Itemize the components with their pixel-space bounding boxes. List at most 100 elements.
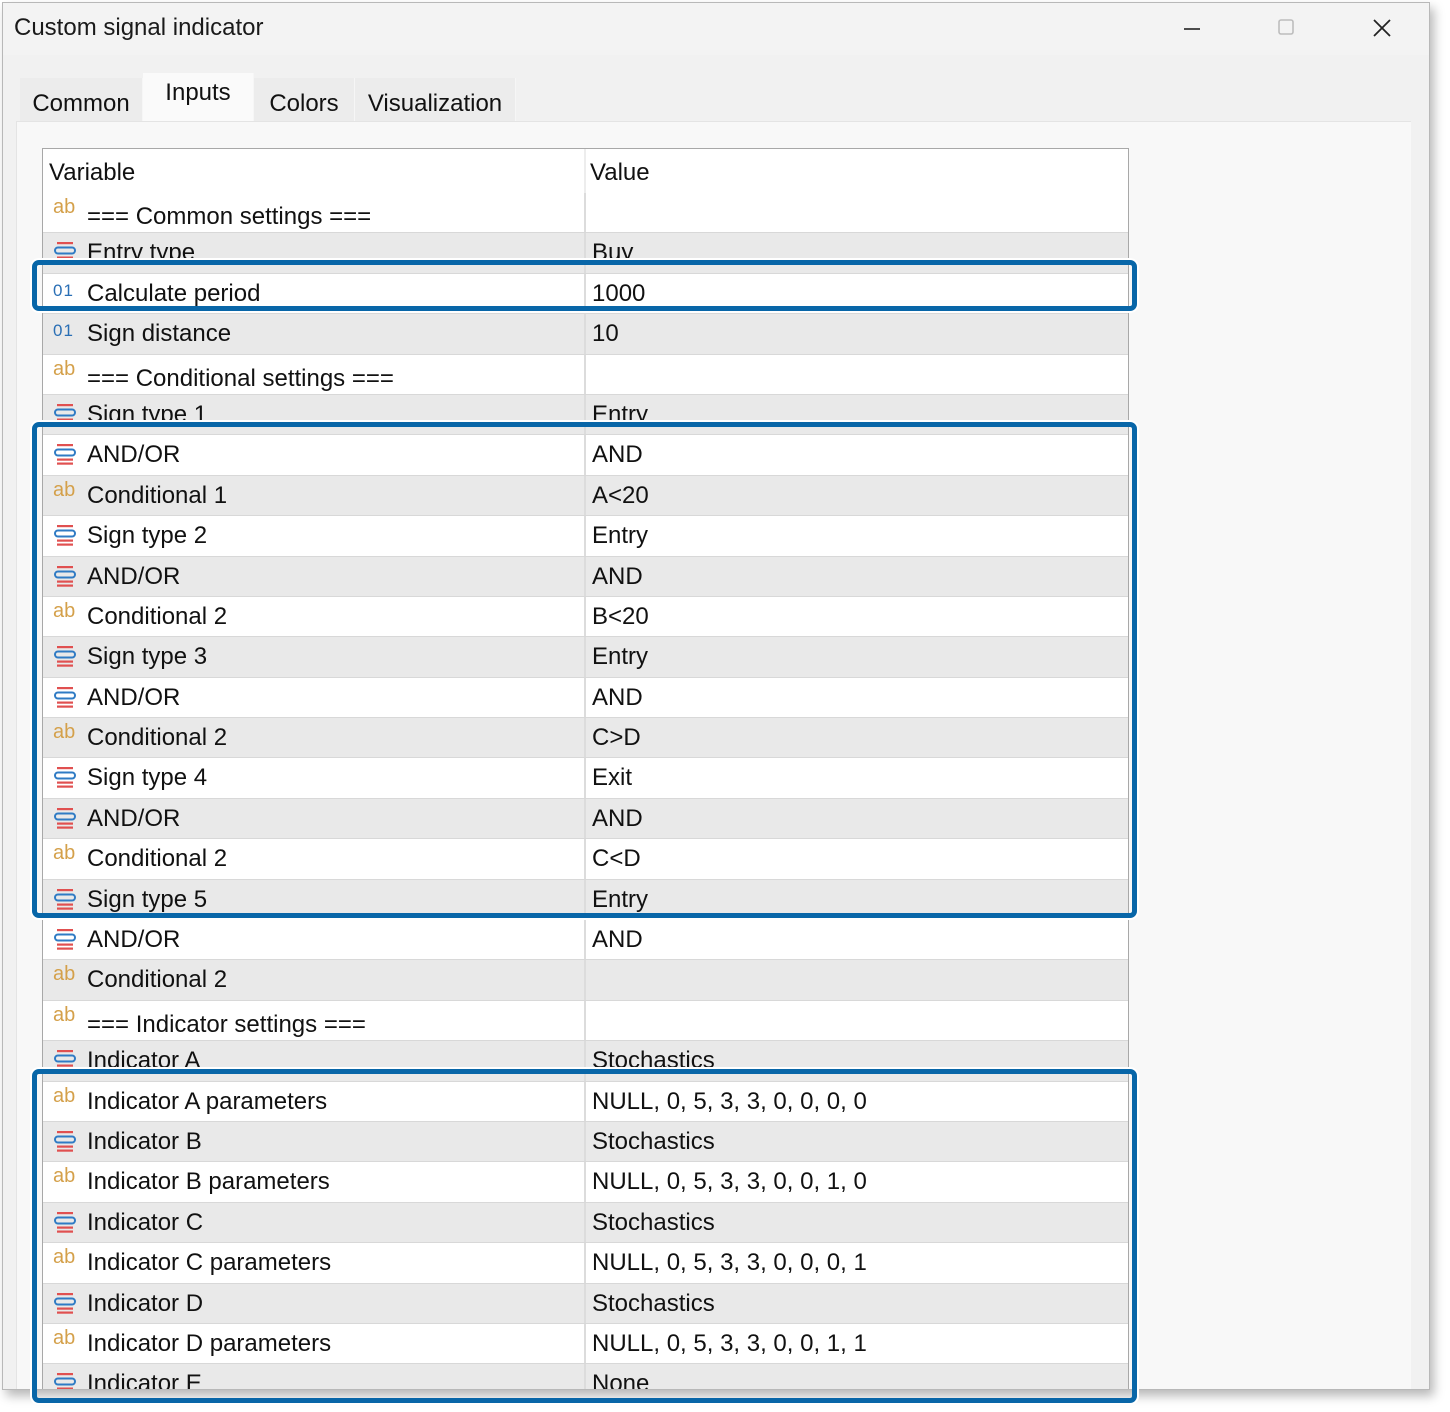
variable-name: AND/OR [87,926,181,954]
variable-value[interactable]: AND [592,684,643,712]
variable-name: Calculate period [87,279,261,307]
enum-list-icon [53,927,77,951]
variable-value[interactable]: Entry [592,643,648,671]
tab-inputs[interactable]: Inputs [143,73,254,123]
variable-value[interactable]: Stochastics [592,1290,715,1318]
variable-value[interactable]: Stochastics [592,1128,715,1156]
cell-divider [584,273,586,314]
variable-value[interactable]: NULL, 0, 5, 3, 3, 0, 0, 0, 0 [592,1088,867,1116]
variable-name: Conditional 2 [87,845,228,873]
table-row[interactable]: ab Indicator C parameters NULL, 0, 5, 3, 3… [43,1243,1128,1284]
variable-value[interactable]: NULL, 0, 5, 3, 3, 0, 0, 1, 0 [592,1168,867,1196]
table-row[interactable]: ab Indicator A parameters NULL, 0, 5, 3, 3… [43,1081,1128,1122]
variable-value[interactable]: B<20 [592,603,649,631]
variable-value[interactable]: Stochastics [592,1209,715,1237]
variable-value[interactable]: Entry [592,886,648,914]
cell-divider [584,596,586,637]
integer-01-icon: 01 [53,280,74,300]
variable-name: Indicator A [87,1047,201,1075]
cell-divider [584,758,586,798]
tab-visualization[interactable]: Visualization [355,78,516,123]
cell-divider [584,1000,586,1041]
variable-name: Indicator C parameters [87,1249,332,1277]
table-row[interactable]: ab Indicator B parameters NULL, 0, 5, 3, 3… [43,1162,1128,1203]
table-row[interactable]: AND/OR AND [43,798,1128,840]
variable-name: Sign type 3 [87,643,208,671]
table-row[interactable]: Sign type 2 Entry [43,516,1128,557]
table-row[interactable]: AND/OR AND [43,920,1128,961]
table-row[interactable]: ab === Common settings === [43,193,1128,234]
cell-divider [584,1121,586,1162]
variable-value[interactable]: AND [592,441,643,469]
variable-value[interactable]: 10 [592,320,619,348]
table-row[interactable]: Indicator A Stochastics [43,1041,1128,1082]
table-row[interactable]: Indicator C Stochastics [43,1202,1128,1244]
table-row[interactable]: AND/OR AND [43,435,1128,476]
table-row[interactable]: 01 Sign distance 10 [43,314,1128,355]
table-row[interactable]: ab === Indicator settings === [43,1000,1128,1042]
variable-name: Conditional 2 [87,602,228,630]
column-header-variable[interactable]: Variable [49,159,135,187]
table-row[interactable]: Entry type Buy [43,233,1128,274]
variable-value[interactable]: 1000 [592,280,645,308]
table-row[interactable]: ab Conditional 2 [43,960,1128,1001]
column-divider[interactable] [584,149,586,193]
cell-divider [584,1202,586,1243]
table-row[interactable]: ab Conditional 2 C>D [43,718,1128,759]
variable-value[interactable]: C<D [592,845,641,873]
ab-string-icon: ab [53,1246,76,1269]
enum-list-icon [53,644,77,668]
variable-value[interactable]: NULL, 0, 5, 3, 3, 0, 0, 1, 1 [592,1330,867,1358]
table-row[interactable]: Sign type 5 Entry [43,879,1128,921]
variable-value[interactable]: AND [592,563,643,591]
variable-value[interactable]: Exit [592,764,632,792]
variable-value[interactable]: C>D [592,724,641,752]
variable-name: Entry type [87,239,196,267]
tab-common[interactable]: Common [20,78,143,123]
ab-string-icon: ab [53,1326,76,1349]
table-row[interactable]: Indicator D Stochastics [43,1283,1128,1324]
maximize-button[interactable] [1240,7,1330,51]
table-row[interactable]: 01 Calculate period 1000 [43,273,1128,315]
table-row[interactable]: Sign type 3 Entry [43,637,1128,678]
variable-value[interactable]: Entry [592,401,648,429]
table-row[interactable]: ab Conditional 2 B<20 [43,596,1128,638]
variable-name: Indicator C [87,1208,204,1236]
variable-name: Conditional 1 [87,481,228,509]
variable-value[interactable]: AND [592,926,643,954]
table-row[interactable]: AND/OR AND [43,677,1128,719]
variable-name: Sign type 1 [87,400,208,428]
ab-string-icon: ab [53,1084,76,1107]
tab-colors[interactable]: Colors [254,78,355,123]
variable-value[interactable]: NULL, 0, 5, 3, 3, 0, 0, 0, 1 [592,1249,867,1277]
minimize-icon [1184,28,1200,30]
window-title: Custom signal indicator [14,14,264,41]
table-row[interactable]: Indicator B Stochastics [43,1121,1128,1163]
minimize-button[interactable] [1146,7,1236,51]
variable-value[interactable]: AND [592,805,643,833]
ab-string-icon: ab [53,357,76,380]
variable-name: Sign type 5 [87,885,208,913]
variable-name: Indicator B parameters [87,1168,330,1196]
table-row[interactable]: Sign type 1 Entry [43,394,1128,436]
variable-value[interactable]: Entry [592,522,648,550]
column-header-value[interactable]: Value [590,159,650,187]
cell-divider [584,193,586,233]
variable-name: Indicator E [87,1370,202,1390]
table-row[interactable]: ab Indicator D parameters NULL, 0, 5, 3, 3… [43,1323,1128,1365]
table-row[interactable]: Indicator E None [43,1364,1128,1390]
table-row[interactable]: AND/OR AND [43,556,1128,597]
cell-divider [584,435,586,475]
close-button[interactable] [1335,7,1425,51]
table-row[interactable]: Sign type 4 Exit [43,758,1128,799]
cell-divider [584,516,586,556]
table-row[interactable]: ab Conditional 2 C<D [43,839,1128,880]
variable-value[interactable]: Stochastics [592,1047,715,1075]
cell-divider [584,920,586,960]
table-row[interactable]: ab === Conditional settings === [43,354,1128,395]
table-row[interactable]: ab Conditional 1 A<20 [43,475,1128,517]
enum-list-icon [53,1210,77,1234]
variable-value[interactable]: None [592,1370,649,1389]
variable-value[interactable]: A<20 [592,482,649,510]
variable-value[interactable]: Buy [592,239,633,267]
